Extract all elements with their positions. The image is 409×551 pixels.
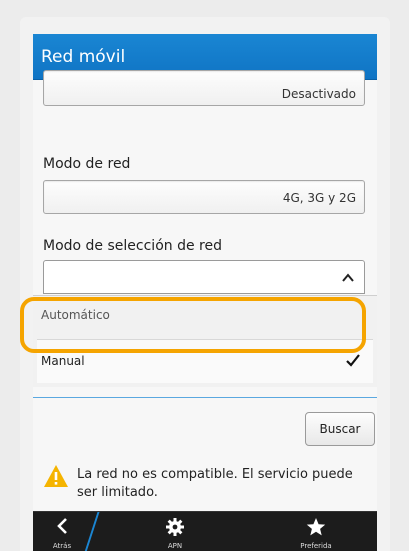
option-manual[interactable]: Manual bbox=[37, 339, 373, 383]
action-bar: Atrás APN Preferida bbox=[33, 511, 377, 551]
device-frame: Red móvil Desactivado Modo de red 4G, 3G… bbox=[20, 17, 390, 551]
section-divider bbox=[33, 397, 377, 398]
preferred-button[interactable]: Preferida bbox=[281, 512, 351, 551]
network-mode-value: 4G, 3G y 2G bbox=[282, 191, 356, 205]
data-roaming-field[interactable]: Desactivado bbox=[43, 70, 365, 106]
option-manual-label: Manual bbox=[41, 354, 85, 368]
option-automatic[interactable]: Automático bbox=[41, 308, 110, 322]
checkmark-icon bbox=[346, 354, 360, 367]
chevron-up-icon bbox=[342, 273, 354, 282]
apn-button[interactable]: APN bbox=[145, 512, 205, 551]
preferred-label: Preferida bbox=[300, 542, 332, 550]
network-warning-text: La red no es compatible. El servicio pue… bbox=[77, 467, 353, 500]
back-label: Atrás bbox=[52, 542, 72, 550]
network-mode-field[interactable]: 4G, 3G y 2G bbox=[43, 180, 365, 214]
search-button[interactable]: Buscar bbox=[305, 412, 375, 446]
gear-icon bbox=[166, 518, 184, 536]
back-button[interactable]: Atrás bbox=[33, 512, 91, 551]
app-screen: Red móvil Desactivado Modo de red 4G, 3G… bbox=[33, 34, 377, 551]
star-icon bbox=[306, 518, 326, 536]
network-selection-dropdown[interactable] bbox=[43, 260, 365, 294]
warning-icon bbox=[44, 465, 68, 487]
settings-content: Desactivado Modo de red 4G, 3G y 2G Modo… bbox=[33, 70, 377, 508]
network-mode-label: Modo de red bbox=[43, 156, 131, 172]
back-arrow-icon bbox=[57, 518, 67, 534]
network-selection-options: Automático Manual bbox=[33, 295, 377, 387]
network-selection-mode-label: Modo de selección de red bbox=[43, 238, 222, 254]
data-roaming-value: Desactivado bbox=[281, 87, 356, 101]
apn-label: APN bbox=[167, 542, 183, 550]
page-title: Red móvil bbox=[41, 47, 126, 67]
